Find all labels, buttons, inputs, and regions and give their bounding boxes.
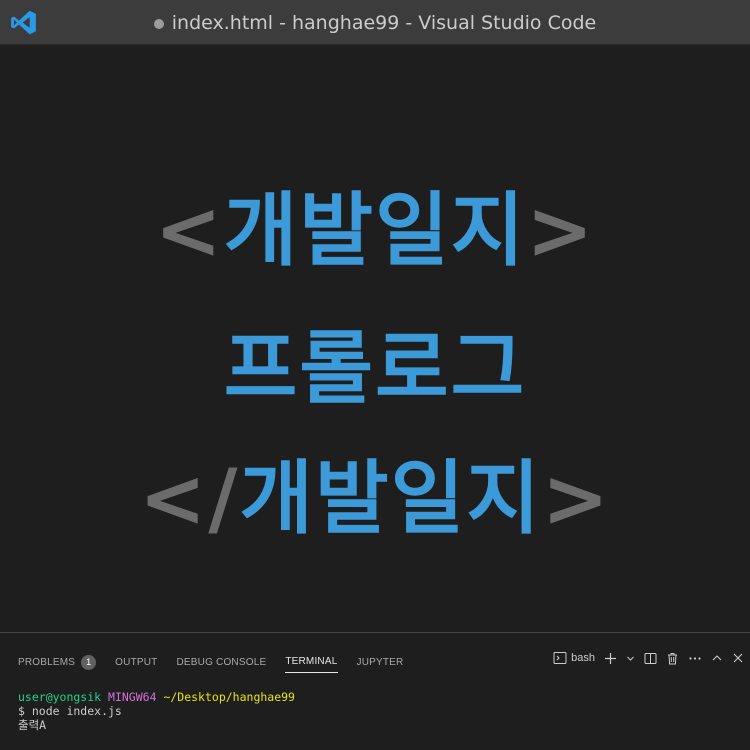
window-title: index.html - hanghae99 - Visual Studio C… [0,0,750,45]
kill-terminal-button[interactable] [666,652,679,665]
editor-area[interactable]: <개발일지> 프롤로그 </개발일지> [0,46,750,631]
split-icon [644,652,657,664]
plus-icon [605,652,616,664]
more-icon [689,656,701,660]
tab-terminal-label: TERMINAL [285,656,338,667]
headline-word-closing: 개발일지 [239,452,542,545]
launch-profile-button[interactable] [626,654,635,663]
terminal-command-line: $ node index.js [18,704,122,718]
tab-debug-console[interactable]: DEBUG CONSOLE [176,651,266,673]
title-bar: index.html - hanghae99 - Visual Studio C… [0,0,750,45]
terminal-user: user@yongsik [18,690,102,704]
panel-tabs: PROBLEMS 1 OUTPUT DEBUG CONSOLE TERMINAL… [18,651,403,673]
terminal-prompt-line: user@yongsik MINGW64 ~/Desktop/hanghae99 [18,690,295,704]
shell-label: bash [571,652,595,664]
terminal-result-line: 출력A [18,718,47,732]
bottom-panel: PROBLEMS 1 OUTPUT DEBUG CONSOLE TERMINAL… [0,632,750,750]
headline-subtitle: 프롤로그 [0,304,750,420]
problems-count-badge: 1 [81,654,97,670]
tab-problems-label: PROBLEMS [18,656,76,668]
tab-output[interactable]: OUTPUT [115,651,157,673]
tab-jupyter-label: JUPYTER [356,656,404,668]
open-bracket: < [154,184,224,277]
terminal-output[interactable]: user@yongsik MINGW64 ~/Desktop/hanghae99… [18,690,295,732]
terminal-host: MINGW64 [108,690,157,704]
close-bracket: > [541,452,611,545]
headline-open-tag: <개발일지> [0,166,750,282]
headline-word: 개발일지 [223,184,527,277]
window-title-text: index.html - hanghae99 - Visual Studio C… [171,11,597,34]
trash-icon [668,652,677,664]
open-bracket-slash: </ [139,452,240,545]
close-panel-button[interactable] [732,652,744,664]
terminal-icon [553,652,567,664]
terminal-path: ~/Desktop/hanghae99 [163,690,295,704]
close-bracket: > [526,184,596,277]
more-actions-button[interactable] [688,652,702,665]
subtitle-word: 프롤로그 [223,322,527,415]
panel-actions: bash [553,651,744,665]
tab-debug-console-label: DEBUG CONSOLE [176,656,267,668]
tab-terminal[interactable]: TERMINAL [285,651,338,673]
split-terminal-button[interactable] [644,652,657,665]
tab-output-label: OUTPUT [115,656,158,668]
unsaved-dot-icon [153,18,164,29]
tab-problems[interactable]: PROBLEMS 1 [18,651,97,673]
tab-jupyter[interactable]: JUPYTER [357,651,404,673]
maximize-icon [712,655,722,661]
maximize-panel-button[interactable] [711,652,723,664]
chevron-down-icon [627,656,634,661]
new-terminal-button[interactable] [604,652,617,665]
headline-close-tag: </개발일지> [0,434,750,550]
close-icon [733,653,743,663]
shell-selector-button[interactable]: bash [553,651,595,665]
